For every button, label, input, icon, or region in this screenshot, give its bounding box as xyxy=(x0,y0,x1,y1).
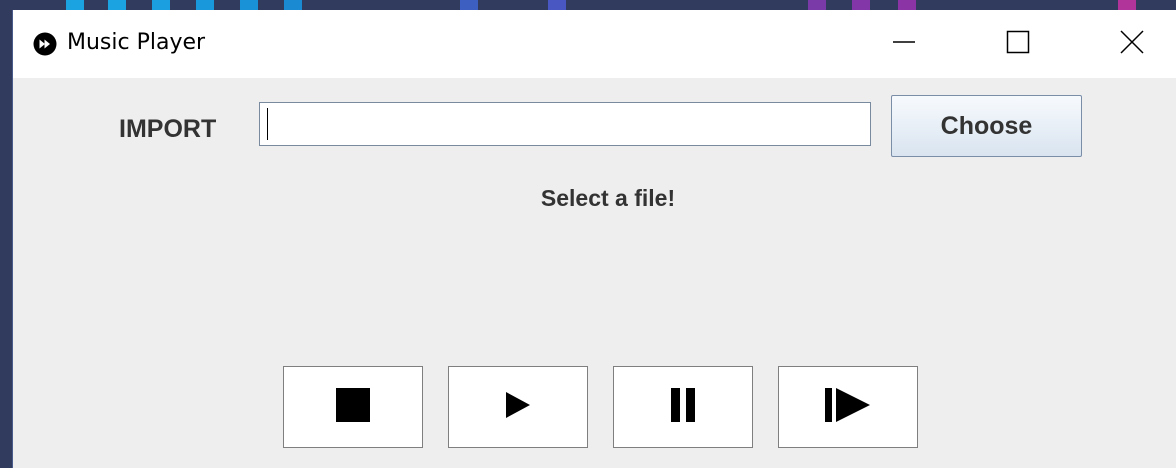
status-message: Select a file! xyxy=(540,185,676,211)
window-title: Music Player xyxy=(67,30,206,55)
play-button[interactable] xyxy=(448,366,588,448)
pause-button[interactable] xyxy=(613,366,753,448)
maximize-button[interactable] xyxy=(983,10,1053,78)
close-icon xyxy=(1120,29,1144,59)
stop-button[interactable] xyxy=(283,366,423,448)
music-player-window: Music Player IMPORT Choose Select a file… xyxy=(12,10,1176,468)
title-bar[interactable]: Music Player xyxy=(13,10,1176,78)
skip-next-button[interactable] xyxy=(778,366,918,448)
play-icon xyxy=(504,391,532,424)
pause-icon xyxy=(667,387,699,428)
app-icon[interactable] xyxy=(33,32,57,56)
file-path-input[interactable] xyxy=(259,102,871,146)
close-button[interactable] xyxy=(1097,10,1167,78)
skip-next-icon xyxy=(824,387,872,428)
stop-icon xyxy=(335,387,371,428)
import-label: IMPORT xyxy=(119,115,217,143)
text-caret xyxy=(267,108,268,140)
minimize-button[interactable] xyxy=(869,10,939,78)
minimize-icon xyxy=(892,30,916,59)
choose-button[interactable]: Choose xyxy=(891,95,1082,157)
maximize-icon xyxy=(1006,30,1030,59)
